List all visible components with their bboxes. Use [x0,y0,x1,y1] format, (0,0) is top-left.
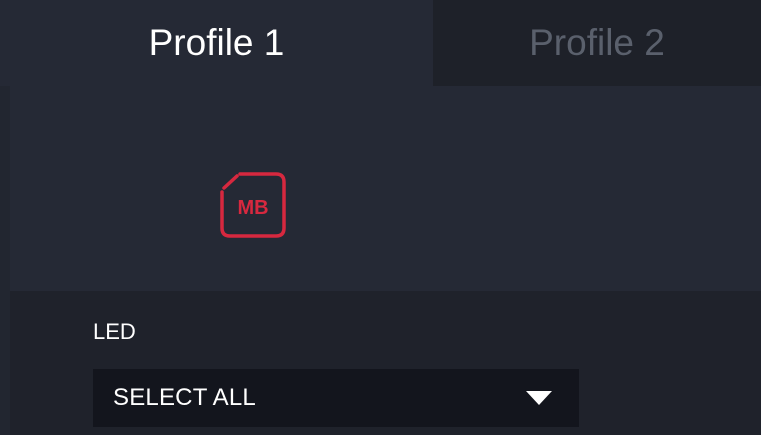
led-label: LED [93,319,136,344]
tab-profile-1-label: Profile 1 [148,22,285,63]
app-window: Profile 1 Profile 2 MB LED SELECT ALL [0,0,761,435]
led-panel: LED SELECT ALL [10,291,761,435]
mb-device-icon-graphic: MB [220,172,286,238]
tab-profile-2-label: Profile 2 [529,22,665,63]
led-select-value: SELECT ALL [113,384,256,411]
tab-profile-1[interactable]: Profile 1 [0,0,433,86]
mb-badge-text: MB [237,197,268,219]
tab-profile-2[interactable]: Profile 2 [433,0,761,86]
mb-device-icon[interactable]: MB [219,171,287,239]
device-area: MB [10,86,761,291]
chevron-down-icon [526,391,552,405]
led-select-dropdown[interactable]: SELECT ALL [93,369,579,427]
profile-tabs: Profile 1 Profile 2 [0,0,761,86]
